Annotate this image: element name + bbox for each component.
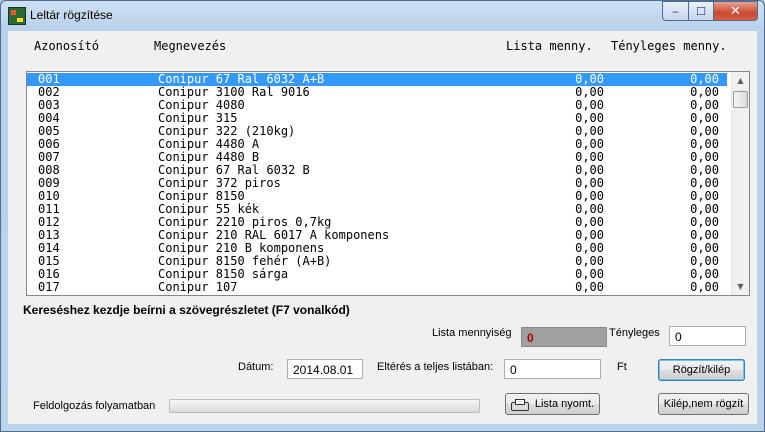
list-item[interactable]: 017 Conipur 107 0,00 0,00 (27, 281, 727, 294)
list-item[interactable]: 007 Conipur 4480 B 0,00 0,00 (27, 151, 727, 164)
client-area: Azonosító Megnevezés Lista menny. Tényle… (8, 31, 757, 424)
column-header-tenyleges: Tényleges menny. (611, 39, 727, 53)
list-item[interactable]: 004 Conipur 315 0,00 0,00 (27, 112, 727, 125)
list-item[interactable]: 003 Conipur 4080 0,00 0,00 (27, 99, 727, 112)
inventory-list[interactable]: 001 Conipur 67 Ral 6032 A+B 0,00 0,00 002 Con… (26, 71, 750, 296)
progress-bar (169, 399, 480, 413)
tenyleges-label: Tényleges (609, 327, 660, 339)
window-controls: ‒ ☐ ✕ (662, 1, 758, 21)
scroll-thumb[interactable] (733, 91, 748, 108)
minimize-button[interactable]: ‒ (662, 1, 689, 21)
elteres-field[interactable]: 0 (504, 359, 601, 379)
column-header-name: Megnevezés (154, 39, 227, 53)
title-bar[interactable]: Leltár rögzítése ‒ ☐ ✕ (1, 1, 764, 31)
list-item[interactable]: 015 Conipur 8150 fehér (A+B) 0,00 0,00 (27, 255, 727, 268)
scroll-down-arrow-icon[interactable]: ▼ (732, 278, 749, 295)
column-header-id: Azonosító (34, 39, 100, 53)
status-label: Feldolgozás folyamatban (33, 400, 156, 412)
list-item[interactable]: 016 Conipur 8150 sárga 0,00 0,00 (27, 268, 727, 281)
rogzit-kilep-button[interactable]: Rögzít/kilép (658, 359, 745, 381)
column-header-lista: Lista menny. (506, 39, 593, 53)
lista-nyomtatas-label: Lista nyomt. (534, 398, 595, 410)
list-item[interactable]: 006 Conipur 4480 A 0,00 0,00 (27, 138, 727, 151)
datum-label: Dátum: (238, 361, 274, 373)
window-title: Leltár rögzítése (30, 8, 113, 22)
lista-nyomtatas-button[interactable]: Lista nyomt. (505, 393, 600, 415)
inventory-rows: 001 Conipur 67 Ral 6032 A+B 0,00 0,00 002 Con… (27, 73, 727, 294)
scroll-up-arrow-icon[interactable]: ▲ (732, 72, 749, 89)
list-item[interactable]: 005 Conipur 322 (210kg) 0,00 0,00 (27, 125, 727, 138)
printer-icon (510, 398, 529, 411)
list-item[interactable]: 001 Conipur 67 Ral 6032 A+B 0,00 0,00 (27, 73, 727, 86)
list-item[interactable]: 013 Conipur 210 RAL 6017 A komponens 0,00 0… (27, 229, 727, 242)
list-item[interactable]: 009 Conipur 372 piros 0,00 0,00 (27, 177, 727, 190)
maximize-button[interactable]: ☐ (689, 1, 714, 21)
cell-name: Conipur 107 (158, 280, 238, 294)
list-item[interactable]: 011 Conipur 55 kék 0,00 0,00 (27, 203, 727, 216)
list-item[interactable]: 008 Conipur 67 Ral 6032 B 0,00 0,00 (27, 164, 727, 177)
lista-mennyiseg-field: 0 (521, 327, 607, 347)
app-window: Leltár rögzítése ‒ ☐ ✕ Azonosító Megneve… (0, 0, 765, 432)
list-item[interactable]: 014 Conipur 210 B komponens 0,00 0,00 (27, 242, 727, 255)
app-icon[interactable] (8, 7, 26, 25)
list-item[interactable]: 002 Conipur 3100 Ral 9016 0,00 0,00 (27, 86, 727, 99)
cell-tenyleges: 0,00 (690, 280, 719, 294)
lista-mennyiseg-label: Lista mennyiség (432, 327, 512, 339)
close-button[interactable]: ✕ (714, 1, 758, 21)
cell-id: 017 (38, 280, 60, 294)
currency-unit: Ft (617, 361, 627, 373)
list-item[interactable]: 010 Conipur 8150 0,00 0,00 (27, 190, 727, 203)
datum-input[interactable]: 2014.08.01 (287, 359, 363, 379)
tenyleges-input[interactable]: 0 (669, 326, 746, 346)
search-hint: Kereséshez kezdje beírni a szövegrészlet… (23, 303, 350, 317)
cell-lista: 0,00 (575, 280, 604, 294)
vertical-scrollbar[interactable]: ▲ ▼ (731, 72, 749, 295)
kilep-nem-rogzit-button[interactable]: Kilép,nem rögzít (658, 393, 749, 415)
elteres-label: Eltérés a teljes listában: (377, 361, 494, 373)
